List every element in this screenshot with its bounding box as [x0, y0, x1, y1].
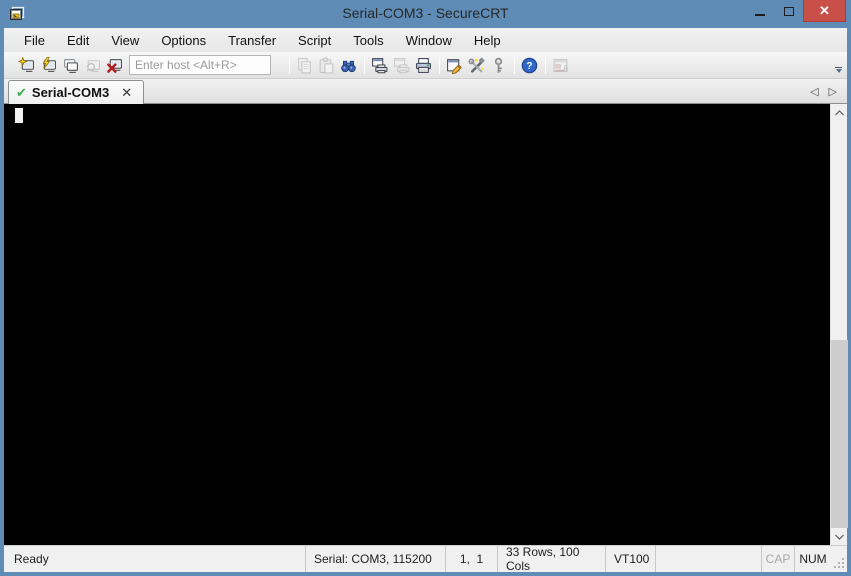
toolbar-separator: [545, 56, 546, 74]
tab-scroll-left-button[interactable]: ◁: [810, 85, 818, 98]
quick-connect-icon[interactable]: [38, 55, 59, 76]
resize-grip[interactable]: [831, 546, 847, 572]
status-terminal-size: 33 Rows, 100 Cols: [497, 545, 605, 573]
securecrt-window: Serial-COM3 - SecureCRT ✕ File Edit View…: [0, 0, 851, 576]
close-icon: ✕: [819, 3, 830, 18]
key-generator-icon[interactable]: [488, 55, 509, 76]
client-area: [4, 104, 848, 545]
tabbar: ✔ Serial-COM3 ✕ ◁ ▷: [4, 79, 847, 104]
help-icon[interactable]: ?: [519, 55, 540, 76]
chevron-down-icon: [835, 534, 844, 540]
reconnect-icon: [82, 55, 103, 76]
titlebar: Serial-COM3 - SecureCRT ✕: [0, 0, 851, 28]
status-emulation: VT100: [605, 546, 655, 572]
toolbar-separator: [514, 56, 515, 74]
tab-scroll-right-button[interactable]: ▷: [829, 85, 837, 98]
svg-text:A: A: [563, 64, 568, 71]
global-options-icon[interactable]: [466, 55, 487, 76]
terminal-cursor: [15, 108, 23, 123]
menu-item-options[interactable]: Options: [150, 30, 217, 51]
menu-item-transfer[interactable]: Transfer: [217, 30, 287, 51]
svg-text:?: ?: [526, 61, 532, 72]
toolbar-separator: [439, 56, 440, 74]
tab-serial-com3[interactable]: ✔ Serial-COM3 ✕: [8, 80, 145, 104]
window-title: Serial-COM3 - SecureCRT: [342, 5, 509, 21]
terminal[interactable]: [4, 104, 830, 545]
menubar: File Edit View Options Transfer Script T…: [4, 28, 847, 52]
status-connection: Serial: COM3, 115200: [305, 546, 445, 572]
connect-in-tab-icon[interactable]: [60, 55, 81, 76]
disconnect-icon[interactable]: [104, 55, 125, 76]
connected-check-icon: ✔: [16, 84, 27, 100]
print-selection-icon: [391, 55, 412, 76]
print-icon[interactable]: [413, 55, 434, 76]
chevron-down-icon: [835, 69, 842, 73]
menu-item-file[interactable]: File: [13, 30, 56, 51]
tab-close-button[interactable]: ✕: [119, 85, 134, 100]
menu-item-script[interactable]: Script: [287, 30, 342, 51]
scrollbar: [830, 104, 848, 545]
scrollbar-thumb[interactable]: [831, 340, 848, 528]
menu-item-view[interactable]: View: [100, 30, 150, 51]
toolbar-separator: [289, 56, 290, 74]
maximize-button[interactable]: [774, 0, 803, 22]
statusbar: Ready Serial: COM3, 115200 1, 1 33 Rows,…: [4, 545, 847, 573]
print-screen-icon[interactable]: [369, 55, 390, 76]
status-caps-lock: CAP: [761, 546, 794, 572]
host-input[interactable]: [129, 55, 271, 75]
session-options-icon[interactable]: [444, 55, 465, 76]
close-button[interactable]: ✕: [803, 0, 846, 22]
toolbar-separator: [364, 56, 365, 74]
status-spacer: [655, 546, 761, 572]
menu-item-window[interactable]: Window: [395, 30, 463, 51]
toolbar-overflow-button[interactable]: [832, 54, 845, 77]
status-num-lock: NUM: [794, 546, 831, 572]
tab-scroll-arrows: ◁ ▷: [810, 79, 837, 104]
scrollbar-up-button[interactable]: [831, 104, 848, 121]
menu-item-tools[interactable]: Tools: [342, 30, 394, 51]
minimize-button[interactable]: [745, 0, 774, 22]
overflow-line: [835, 67, 842, 68]
find-icon[interactable]: [338, 55, 359, 76]
minimize-icon: [754, 14, 765, 16]
grip-dots-icon: [834, 558, 844, 568]
menu-item-edit[interactable]: Edit: [56, 30, 100, 51]
maximize-icon: [783, 6, 794, 16]
toolbar: ? A: [4, 52, 847, 79]
copy-icon: [294, 55, 315, 76]
menu-item-help[interactable]: Help: [463, 30, 512, 51]
tab-label: Serial-COM3: [31, 85, 110, 100]
paste-icon: [316, 55, 337, 76]
status-cursor-position: 1, 1: [445, 546, 497, 572]
status-ready: Ready: [14, 552, 49, 566]
window-controls: ✕: [745, 0, 846, 22]
chevron-up-icon: [835, 109, 844, 115]
scrollbar-down-button[interactable]: [831, 528, 848, 545]
scrollbar-track[interactable]: [831, 121, 848, 528]
connect-dialog-icon[interactable]: [16, 55, 37, 76]
chat-window-icon: A: [550, 55, 571, 76]
